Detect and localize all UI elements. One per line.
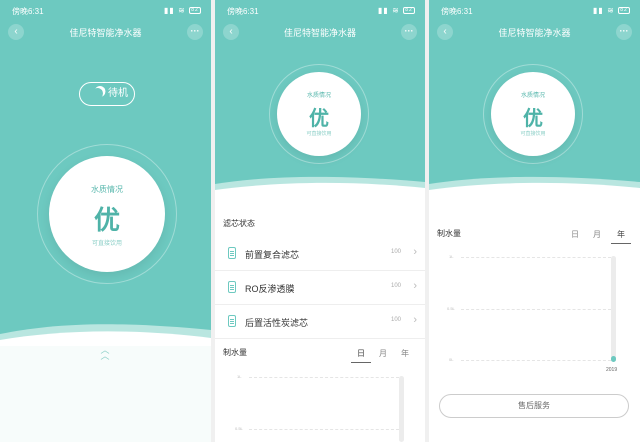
filter-row[interactable]: 前置复合滤芯 100 › [215,237,425,271]
y-tick-label: 0.5L [447,306,455,311]
title-bar: ‹ 佳尼特智能净水器 ··· [0,22,211,42]
quality-value: 优 [309,108,329,130]
y-tick-label: 0L [449,357,454,362]
filter-section-title: 滤芯状态 [223,219,255,228]
title-bar: ‹ 佳尼特智能净水器 ··· [429,22,640,42]
filter-value: 100 [390,283,401,289]
gridline [461,309,611,310]
bar-track [611,256,616,362]
filter-row[interactable]: 后置活性炭滤芯 100 › [215,305,425,339]
filter-icon [228,247,236,259]
status-time: 傍晚6:31 [227,7,259,16]
chevron-right-icon: › [413,314,417,326]
filter-value: 100 [390,317,401,323]
screen-standby: 傍晚6:31 ▮▮ ≋ 82 ‹ 佳尼特智能净水器 ··· 待机 水质情况 优 … [0,0,211,442]
production-title: 制水量 [223,348,247,357]
status-time: 傍晚6:31 [12,7,44,16]
battery-icon: 82 [403,7,415,15]
wave-decoration [0,324,211,348]
more-icon[interactable]: ··· [401,24,417,40]
wifi-icon: ≋ [392,6,400,15]
gridline [249,429,399,430]
after-sales-service-button[interactable]: 售后服务 [439,394,629,418]
quality-label: 水质情况 [91,185,123,194]
battery-icon: 82 [618,7,630,15]
tab-year[interactable]: 年 [395,348,415,359]
more-icon[interactable]: ··· [187,24,203,40]
quality-circle: 水质情况 优 可直接饮用 [277,72,361,156]
quality-label: 水质情况 [520,93,545,99]
y-tick-label: 0.5L [235,426,243,431]
screen-production: 傍晚6:31 ▮▮ ≋ 82 ‹ 佳尼特智能净水器 ··· 水质情况 优 可直接… [429,0,640,442]
tab-day[interactable]: 日 [351,348,371,363]
filter-name: 前置复合滤芯 [245,250,300,260]
wave-decoration [429,176,640,198]
quality-note: 可直接饮用 [306,131,332,137]
tab-year[interactable]: 年 [611,229,631,244]
gridline [249,377,399,378]
status-time: 傍晚6:31 [441,7,473,16]
page-title: 佳尼特智能净水器 [283,28,356,38]
filter-name: 后置活性炭滤芯 [245,318,309,328]
filter-name: RO反渗透膜 [245,284,295,294]
x-tick-label: 2019 [606,367,618,373]
quality-value: 优 [523,108,543,130]
battery-icon: 82 [189,7,201,15]
screen-filters: 傍晚6:31 ▮▮ ≋ 82 ‹ 佳尼特智能净水器 ··· 水质情况 优 可直接… [215,0,425,442]
more-icon[interactable]: ··· [616,24,632,40]
quality-circle: 水质情况 优 可直接饮用 [491,72,575,156]
wave-decoration [215,176,425,198]
signal-icon: ▮▮ [593,6,604,15]
quality-circle: 水质情况 优 可直接饮用 [49,156,165,272]
page-title: 佳尼特智能净水器 [69,28,142,38]
tab-day[interactable]: 日 [565,229,585,240]
y-tick-label: 1L [449,254,454,259]
gridline [461,360,611,361]
filter-value: 100 [390,249,401,255]
filter-icon [228,315,236,327]
bar-track [399,376,404,442]
production-title: 制水量 [437,229,461,238]
title-bar: ‹ 佳尼特智能净水器 ··· [215,22,425,42]
chevron-right-icon: › [413,246,417,258]
period-tabs: 日 月 年 [351,348,421,363]
moon-icon [90,86,104,100]
status-bar: 傍晚6:31 ▮▮ ≋ 82 [0,0,211,20]
status-bar: 傍晚6:31 ▮▮ ≋ 82 [429,0,640,20]
wifi-icon: ≋ [607,6,615,15]
signal-icon: ▮▮ [164,6,175,15]
bar-2019 [611,356,616,362]
status-icons: ▮▮ ≋ 82 [593,6,630,15]
standby-label: 待机 [108,88,128,99]
signal-icon: ▮▮ [378,6,389,15]
page-title: 佳尼特智能净水器 [498,28,571,38]
chevron-right-icon: › [413,280,417,292]
status-bar: 傍晚6:31 ▮▮ ≋ 82 [215,0,425,20]
wifi-icon: ≋ [178,6,186,15]
quality-value: 优 [93,205,120,235]
y-tick-label: 1L [237,374,242,379]
quality-note: 可直接饮用 [91,241,122,247]
quality-label: 水质情况 [306,93,331,99]
standby-button[interactable]: 待机 [79,82,135,106]
status-icons: ▮▮ ≋ 82 [164,6,201,15]
quality-note: 可直接饮用 [520,131,546,137]
period-tabs: 日 月 年 [565,229,635,244]
gridline [461,257,611,258]
status-icons: ▮▮ ≋ 82 [378,6,415,15]
filter-icon [228,281,236,293]
tab-month[interactable]: 月 [373,348,393,359]
tab-month[interactable]: 月 [587,229,607,240]
filter-row[interactable]: RO反渗透膜 100 › [215,271,425,305]
chevron-up-icon[interactable]: ︿ ︿ [98,346,112,361]
